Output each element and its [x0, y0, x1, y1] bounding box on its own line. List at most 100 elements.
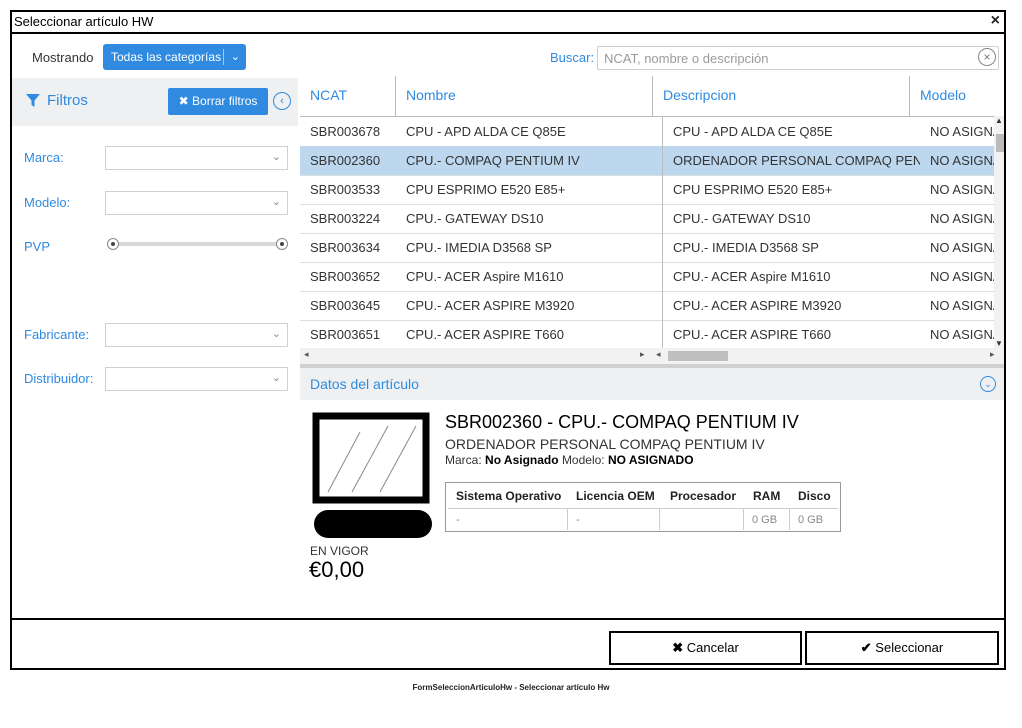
column-header-ncat[interactable]: NCAT — [300, 76, 396, 116]
specs-table: Sistema Operativo Licencia OEM Procesado… — [445, 482, 841, 532]
spec-value-licencia: - — [568, 508, 660, 530]
clear-filters-label: Borrar filtros — [192, 94, 258, 108]
distribuidor-label: Distribuidor: — [24, 371, 94, 386]
cell-descripcion: CPU.- ACER ASPIRE M3920 — [673, 298, 842, 313]
cell-nombre: CPU - APD ALDA CE Q85E — [406, 124, 566, 139]
form-caption: FormSeleccionArticuloHw - Seleccionar ar… — [412, 683, 610, 692]
chevron-down-icon: ⌄ — [271, 372, 281, 384]
clear-search-icon[interactable]: × — [978, 48, 996, 66]
table-row[interactable]: SBR003533 CPU ESPRIMO E520 E85+ CPU ESPRIM… — [300, 175, 1000, 205]
cell-nombre: CPU ESPRIMO E520 E85+ — [406, 182, 566, 197]
table-row[interactable]: SBR003678 CPU - APD ALDA CE Q85E CPU - APD… — [300, 117, 1000, 147]
column-header-descripcion[interactable]: Descripcion — [653, 76, 910, 116]
column-divider — [662, 116, 663, 364]
clear-x-icon: ✖ — [178, 94, 189, 108]
pvp-slider-max-handle[interactable] — [276, 238, 288, 250]
cell-ncat: SBR003678 — [310, 124, 381, 139]
scroll-up-arrow-icon[interactable]: ▲ — [995, 116, 1003, 125]
scroll-thumb[interactable] — [996, 134, 1004, 152]
chevron-down-icon: ⌄ — [271, 151, 281, 163]
grid-header: NCAT Nombre Descripcion Modelo — [300, 76, 1004, 117]
category-dropdown-value: Todas las categorías — [111, 50, 222, 64]
search-box: × — [597, 46, 999, 70]
mostrando-label: Mostrando — [32, 50, 94, 65]
cancel-button[interactable]: ✖ Cancelar — [609, 631, 802, 665]
marca-label: Marca: — [24, 150, 64, 165]
fabricante-label: Fabricante: — [24, 327, 90, 342]
detail-section-title: Datos del artículo — [310, 376, 419, 392]
chevron-down-icon: ⌄ — [271, 196, 281, 208]
clear-filters-button[interactable]: ✖ Borrar filtros — [168, 88, 268, 115]
filters-title: Filtros — [47, 92, 88, 109]
cell-nombre: CPU.- IMEDIA D3568 SP — [406, 240, 552, 255]
table-row[interactable]: SBR003224 CPU.- GATEWAY DS10 CPU.- GATEWAY… — [300, 204, 1000, 234]
close-icon[interactable]: × — [991, 12, 1000, 30]
scroll-down-arrow-icon[interactable]: ▼ — [995, 339, 1003, 348]
checkmark-icon: ✔ — [860, 640, 872, 655]
cell-nombre: CPU.- COMPAQ PENTIUM IV — [406, 153, 580, 168]
cancel-label: Cancelar — [686, 640, 739, 655]
scroll-right-arrow-icon[interactable]: ▸ — [640, 349, 645, 360]
spec-header-licencia: Licencia OEM — [576, 489, 655, 503]
spec-header-disco: Disco — [798, 489, 831, 503]
cell-modelo: NO ASIGNADO — [930, 182, 1000, 197]
cell-descripcion: CPU.- IMEDIA D3568 SP — [673, 240, 819, 255]
collapse-filters-icon[interactable]: ‹ — [273, 92, 291, 110]
marca-select[interactable]: ⌄ — [105, 146, 288, 170]
modelo-select[interactable]: ⌄ — [105, 191, 288, 215]
modelo-label: Modelo: — [24, 195, 71, 210]
footer-divider — [12, 618, 1004, 620]
buscar-label: Buscar: — [550, 50, 595, 65]
cell-nombre: CPU.- ACER Aspire M1610 — [406, 269, 564, 284]
cell-nombre: CPU.- GATEWAY DS10 — [406, 211, 544, 226]
table-row[interactable]: SBR002360 CPU.- COMPAQ PENTIUM IV ORDENADO… — [300, 146, 1000, 176]
table-row[interactable]: SBR003645 CPU.- ACER ASPIRE M3920 CPU.- AC… — [300, 291, 1000, 321]
cell-nombre: CPU.- ACER ASPIRE T660 — [406, 327, 564, 342]
column-header-modelo[interactable]: Modelo — [910, 76, 1004, 116]
filters-panel: Filtros ✖ Borrar filtros ‹ Marca: ⌄ Mode… — [12, 78, 298, 448]
price: €0,00 — [309, 557, 365, 582]
cell-descripcion: CPU ESPRIMO E520 E85+ — [673, 182, 833, 197]
cell-descripcion: CPU.- ACER Aspire M1610 — [673, 269, 831, 284]
spec-header-procesador: Procesador — [670, 489, 737, 503]
articles-grid: NCAT Nombre Descripcion Modelo SBR003678… — [300, 76, 1004, 366]
article-meta: Marca: No Asignado Modelo: NO ASIGNADO — [445, 453, 694, 467]
cell-ncat: SBR002360 — [310, 153, 381, 168]
cell-ncat: SBR003224 — [310, 211, 381, 226]
cell-ncat: SBR003533 — [310, 182, 381, 197]
scroll-right-arrow-icon[interactable]: ▸ — [990, 349, 995, 360]
pvp-label: PVP — [24, 239, 51, 254]
fabricante-select[interactable]: ⌄ — [105, 323, 288, 347]
scroll-thumb[interactable] — [668, 351, 728, 361]
modelo-meta-label: Modelo: — [561, 453, 605, 467]
cell-modelo: NO ASIGNADO — [930, 240, 1000, 255]
status-badge: EN VIGOR — [310, 544, 369, 558]
column-header-nombre[interactable]: Nombre — [396, 76, 653, 116]
pvp-slider-min-handle[interactable] — [107, 238, 119, 250]
category-dropdown[interactable]: Todas las categorías ⌄ — [103, 44, 246, 70]
spec-value-disco: 0 GB — [790, 508, 838, 530]
chevron-down-icon[interactable]: ⌄ — [980, 376, 996, 392]
cell-modelo: NO ASIGNADO — [930, 211, 1000, 226]
marca-meta-value: No Asignado — [485, 453, 559, 467]
window-title: Seleccionar artículo HW — [14, 14, 154, 29]
scroll-left-arrow-icon[interactable]: ◂ — [304, 349, 309, 360]
detail-header: Datos del artículo ⌄ — [300, 368, 1004, 400]
pvp-slider-track[interactable] — [108, 242, 286, 246]
marca-meta-label: Marca: — [445, 453, 482, 467]
vertical-scrollbar[interactable]: ▲ ▼ — [994, 116, 1004, 348]
horizontal-scrollbar[interactable]: ◂ ▸ ◂ ▸ — [300, 348, 1004, 364]
search-input[interactable] — [602, 47, 966, 69]
spec-header-ram: RAM — [753, 489, 781, 503]
funnel-icon — [26, 94, 40, 107]
table-row[interactable]: SBR003651 CPU.- ACER ASPIRE T660 CPU.- ACE… — [300, 320, 1000, 350]
table-row[interactable]: SBR003634 CPU.- IMEDIA D3568 SP CPU.- IMED… — [300, 233, 1000, 263]
table-row[interactable]: SBR003652 CPU.- ACER Aspire M1610 CPU.- AC… — [300, 262, 1000, 292]
select-button[interactable]: ✔ Seleccionar — [805, 631, 999, 665]
spec-value-so: - — [448, 508, 568, 530]
distribuidor-select[interactable]: ⌄ — [105, 367, 288, 391]
spec-value-ram: 0 GB — [744, 508, 790, 530]
spec-header-so: Sistema Operativo — [456, 489, 562, 503]
cell-modelo: NO ASIGNADO — [930, 269, 1000, 284]
scroll-left-arrow-icon[interactable]: ◂ — [656, 349, 661, 360]
